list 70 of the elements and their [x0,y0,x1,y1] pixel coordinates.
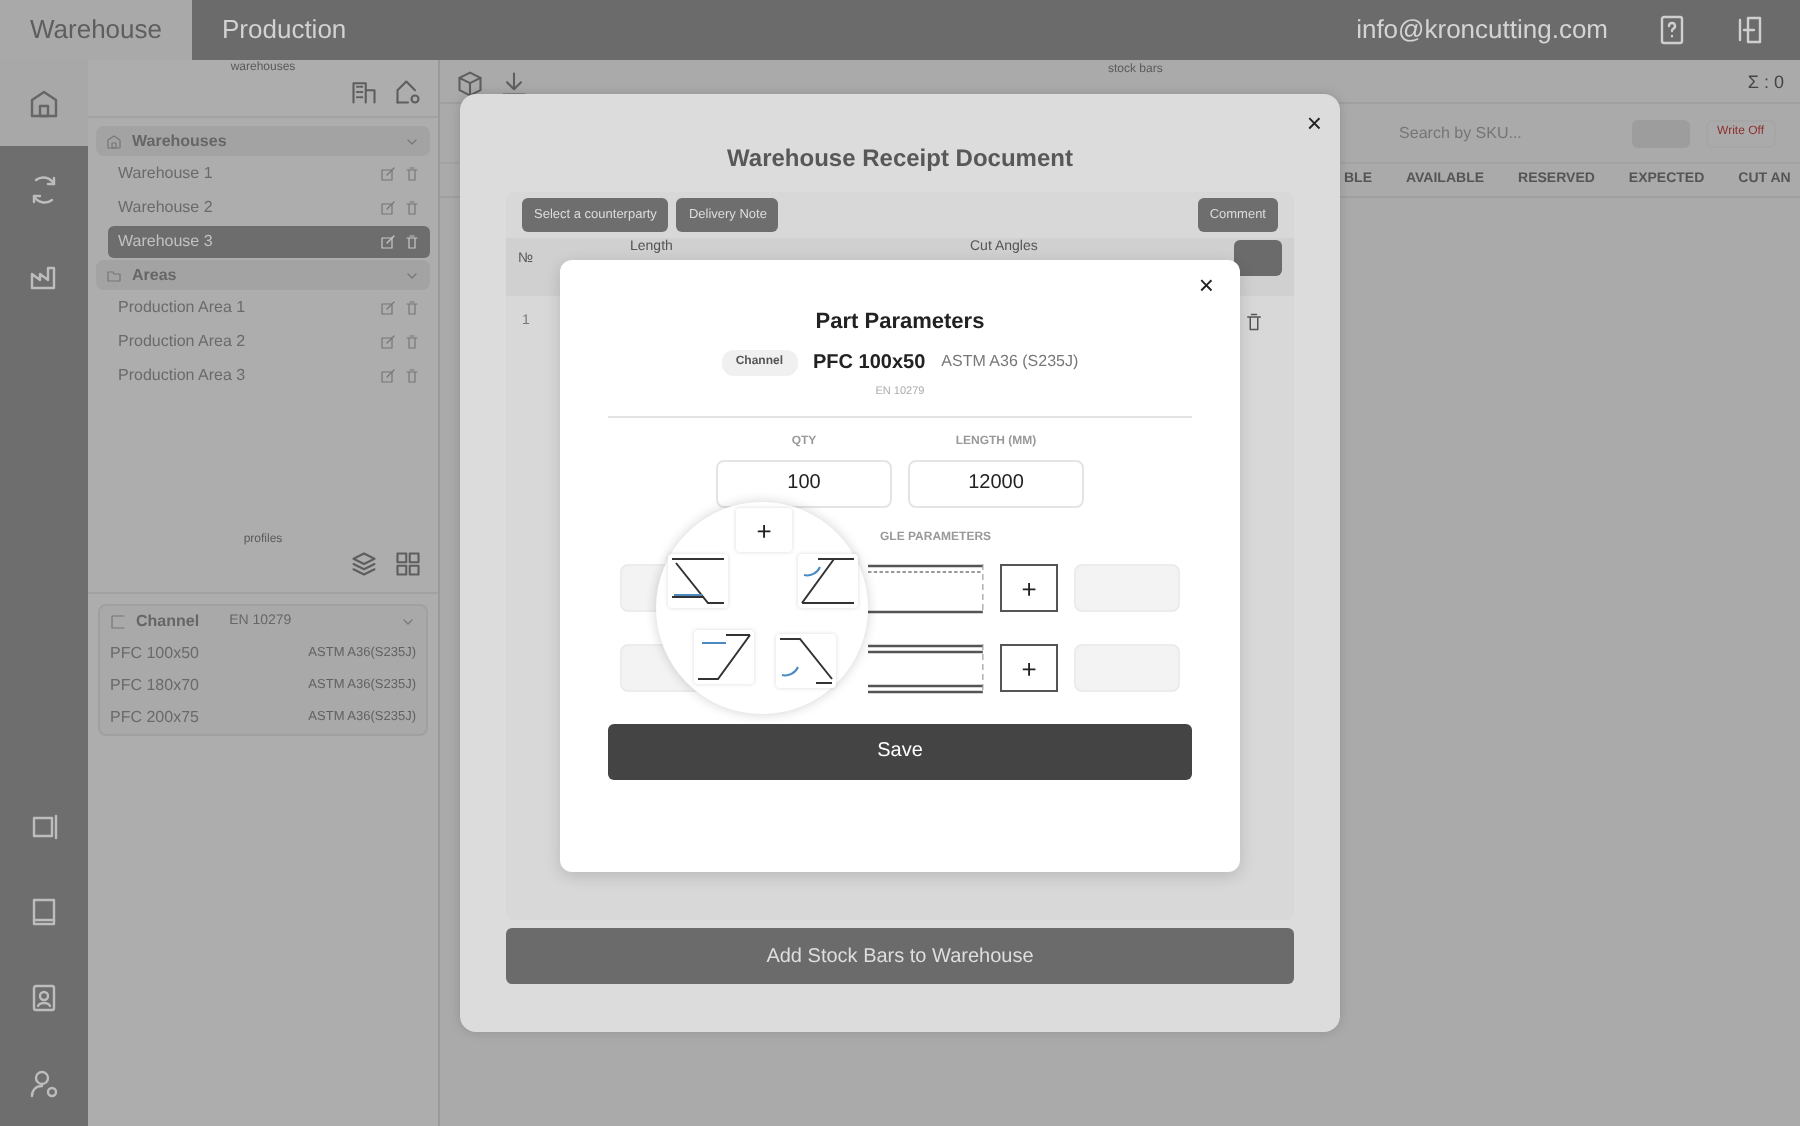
warehouse-icon [28,87,60,119]
close-button[interactable]: × [1198,272,1214,298]
chevron-down-icon [400,614,416,630]
tree-item[interactable]: Production Area 3 [108,360,430,392]
bevel-cut-k-icon [694,630,754,684]
bevel-cut-alpha-icon [798,554,858,608]
trash-icon[interactable] [1244,312,1264,332]
download-icon[interactable] [500,70,528,98]
tree-item[interactable]: Production Area 2 [108,326,430,358]
frame-icon [28,809,60,841]
save-button[interactable]: Save [608,723,1192,780]
bevel-cut-button[interactable] [798,554,858,608]
input-field[interactable]: 12000 [908,459,1084,508]
rail-button[interactable] [0,60,88,146]
item-label: Warehouse 1 [118,162,213,186]
profile-name: PFC 100x50 [110,642,199,666]
tree-item[interactable]: Production Area 1 [108,292,430,324]
folder-icon [106,267,122,283]
nav-tab[interactable]: Production [192,0,377,60]
layers-icon[interactable] [350,550,378,578]
tree-item[interactable]: Warehouse 3 [108,226,430,258]
book-icon [28,895,60,927]
contact-card-icon [28,981,60,1013]
edit-icon[interactable] [380,368,396,384]
bevel-cut-button[interactable] [668,554,728,608]
tree-item[interactable]: Warehouse 2 [108,192,430,224]
edit-icon[interactable] [380,300,396,316]
bevel-cut-k-icon [668,554,728,608]
grid-icon[interactable] [394,550,422,578]
user-email: info@kroncutting.com [1356,12,1608,49]
sum-label: Σ : 0 [1747,70,1784,96]
edit-icon[interactable] [380,334,396,350]
tree-item[interactable]: Warehouse 1 [108,158,430,190]
bevel-cut-button[interactable] [694,630,754,684]
dialog-title: Part Parameters [813,308,987,338]
bar-drawing [868,563,984,614]
item-label: Production Area 1 [118,296,246,320]
add-angle-button[interactable]: + [736,508,792,552]
group-header[interactable]: Areas [96,260,430,290]
user-settings-icon [28,1067,60,1099]
input-field[interactable]: 100 [716,459,892,508]
add-angle-button[interactable]: + [1000,564,1058,613]
add-angle-button[interactable]: + [1000,644,1058,693]
exchange-icon [28,173,60,205]
edit-icon[interactable] [380,166,396,182]
edit-icon[interactable] [380,200,396,216]
dialog-title: Warehouse Receipt Document [725,142,1075,176]
help-book-icon[interactable] [1656,14,1688,46]
channel-icon [110,614,126,630]
add-stock-button[interactable]: Add Stock Bars to Warehouse [506,928,1294,984]
warehouse-icon [106,133,122,149]
cube-icon[interactable] [456,70,484,98]
building-icon[interactable] [350,78,378,106]
bar-drawing [868,643,984,694]
close-button[interactable]: × [1306,110,1322,134]
item-label: Warehouse 3 [118,230,213,254]
nav-tab[interactable]: Warehouse [0,0,192,60]
item-label: Production Area 3 [118,364,246,388]
group-header[interactable]: Warehouses [96,126,430,156]
profile-name: PFC 100x50 [813,349,926,377]
item-label: Warehouse 2 [118,196,213,220]
bevel-cut-alpha-icon [776,634,836,688]
profile-name: PFC 180x70 [110,674,199,698]
home-settings-icon[interactable] [394,78,422,106]
profile-name: PFC 200x75 [110,706,199,730]
add-row-button[interactable] [1234,240,1282,276]
bevel-cut-button[interactable] [776,634,836,688]
item-label: Production Area 2 [118,330,246,354]
edit-icon[interactable] [380,234,396,250]
grade-label: ASTM A36 (S235J) [941,350,1079,374]
